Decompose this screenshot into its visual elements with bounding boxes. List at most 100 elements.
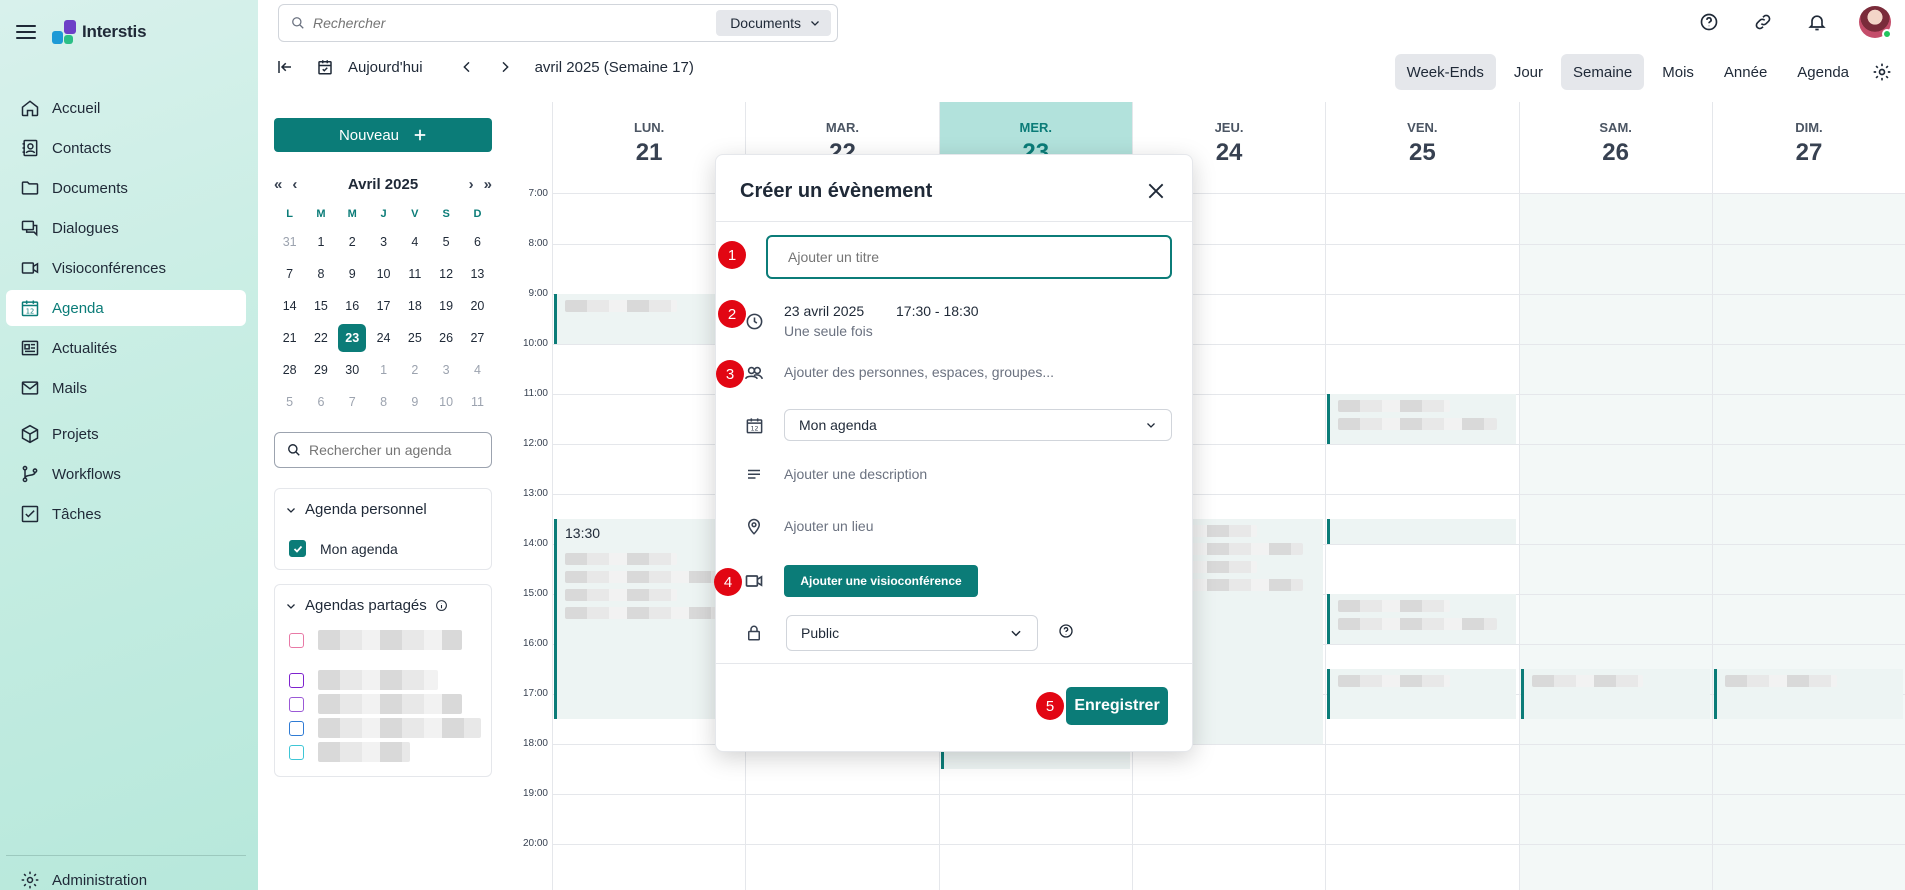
mini-day[interactable]: 4: [399, 226, 430, 258]
nav-item-accueil[interactable]: Accueil: [6, 90, 246, 126]
mini-day[interactable]: 5: [430, 226, 461, 258]
search-scope-dropdown[interactable]: Documents: [716, 10, 831, 36]
mini-day[interactable]: 28: [274, 354, 305, 386]
calendar-event[interactable]: [1327, 594, 1517, 644]
mini-day[interactable]: 6: [305, 386, 336, 418]
mini-day[interactable]: 9: [337, 258, 368, 290]
shared-agenda-checkbox[interactable]: [289, 720, 304, 736]
mini-day[interactable]: 3: [368, 226, 399, 258]
nav-item-actualites[interactable]: Actualités: [6, 330, 246, 366]
mini-day[interactable]: 1: [368, 354, 399, 386]
prev-year-icon[interactable]: «: [274, 176, 282, 193]
mini-day[interactable]: 25: [399, 322, 430, 354]
mini-day[interactable]: 1: [305, 226, 336, 258]
shared-agenda-checkbox[interactable]: [289, 672, 304, 688]
mini-day[interactable]: 30: [337, 354, 368, 386]
calendar-event[interactable]: [1327, 519, 1517, 544]
mini-day-today[interactable]: 23: [337, 322, 368, 354]
nav-item-agenda[interactable]: 12 Agenda: [6, 290, 246, 326]
mini-day[interactable]: 22: [305, 322, 336, 354]
mini-day[interactable]: 2: [337, 226, 368, 258]
calendar-event[interactable]: [1713, 669, 1904, 719]
mini-day[interactable]: 7: [337, 386, 368, 418]
mini-day[interactable]: 15: [305, 290, 336, 322]
nav-item-documents[interactable]: Documents: [6, 170, 246, 206]
nav-item-visioconferences[interactable]: Visioconférences: [6, 250, 246, 286]
description-row[interactable]: Ajouter une description: [716, 463, 1192, 487]
mini-day[interactable]: 11: [399, 258, 430, 290]
agenda-search-input[interactable]: [309, 442, 479, 458]
day-column-header[interactable]: DIM. 27: [1711, 102, 1905, 194]
help-icon[interactable]: [1697, 10, 1721, 34]
mini-day[interactable]: 6: [462, 226, 493, 258]
app-logo[interactable]: Interstis: [52, 20, 147, 44]
view-agenda[interactable]: Agenda: [1785, 54, 1861, 90]
nav-item-taches[interactable]: Tâches: [6, 496, 246, 532]
datetime-row[interactable]: 23 avril 2025 17:30 - 18:30 Une seule fo…: [716, 299, 1192, 343]
calendar-event[interactable]: [1327, 394, 1517, 444]
mini-day[interactable]: 21: [274, 322, 305, 354]
shared-agenda-checkbox[interactable]: [289, 632, 304, 648]
link-icon[interactable]: [1751, 10, 1775, 34]
mini-day[interactable]: 17: [368, 290, 399, 322]
close-icon[interactable]: [1144, 179, 1168, 203]
mini-day[interactable]: 8: [368, 386, 399, 418]
mini-day[interactable]: 19: [430, 290, 461, 322]
next-year-icon[interactable]: »: [484, 176, 492, 193]
view-semaine[interactable]: Semaine: [1561, 54, 1645, 90]
people-row[interactable]: Ajouter des personnes, espaces, groupes.…: [716, 361, 1192, 385]
menu-icon[interactable]: [16, 25, 36, 39]
today-button[interactable]: Aujourd'hui: [316, 58, 423, 76]
mini-day[interactable]: 24: [368, 322, 399, 354]
mini-day[interactable]: 18: [399, 290, 430, 322]
mini-day[interactable]: 20: [462, 290, 493, 322]
visibility-help-icon[interactable]: [1058, 623, 1074, 644]
new-event-button[interactable]: Nouveau: [274, 118, 492, 152]
collapse-sidebar-icon[interactable]: [276, 58, 294, 76]
calendar-checkbox[interactable]: [289, 540, 306, 557]
mini-day[interactable]: 8: [305, 258, 336, 290]
mini-day[interactable]: 5: [274, 386, 305, 418]
calendar-select[interactable]: Mon agenda: [784, 409, 1172, 441]
mini-day[interactable]: 12: [430, 258, 461, 290]
search-input[interactable]: [313, 15, 693, 31]
nav-item-dialogues[interactable]: Dialogues: [6, 210, 246, 246]
nav-item-mails[interactable]: Mails: [6, 370, 246, 406]
mini-day[interactable]: 3: [430, 354, 461, 386]
mini-day[interactable]: 16: [337, 290, 368, 322]
mini-day[interactable]: 14: [274, 290, 305, 322]
settings-gear-icon[interactable]: [1867, 62, 1897, 82]
mini-day[interactable]: 31: [274, 226, 305, 258]
nav-item-contacts[interactable]: Contacts: [6, 130, 246, 166]
mini-day[interactable]: 7: [274, 258, 305, 290]
bell-icon[interactable]: [1805, 10, 1829, 34]
view-weekends[interactable]: Week-Ends: [1394, 54, 1496, 90]
location-row[interactable]: Ajouter un lieu: [716, 515, 1192, 539]
add-visio-button[interactable]: Ajouter une visioconférence: [784, 565, 978, 597]
prev-month-icon[interactable]: ‹: [292, 176, 297, 193]
event-title-input[interactable]: [766, 235, 1172, 279]
calendar-event[interactable]: [1327, 669, 1517, 719]
shared-agenda-checkbox[interactable]: [289, 744, 304, 760]
calendar-event[interactable]: [1520, 669, 1710, 719]
mini-day[interactable]: 27: [462, 322, 493, 354]
view-mois[interactable]: Mois: [1650, 54, 1706, 90]
shared-agenda-checkbox[interactable]: [289, 696, 304, 712]
mini-day[interactable]: 2: [399, 354, 430, 386]
info-icon[interactable]: [435, 599, 448, 612]
nav-item-projets[interactable]: Projets: [6, 416, 246, 452]
next-month-icon[interactable]: ›: [469, 176, 474, 193]
day-column-header[interactable]: SAM. 26: [1518, 102, 1712, 194]
user-avatar[interactable]: [1859, 6, 1892, 39]
mini-day[interactable]: 13: [462, 258, 493, 290]
view-annee[interactable]: Année: [1712, 54, 1779, 90]
mini-day[interactable]: 10: [430, 386, 461, 418]
mini-day[interactable]: 26: [430, 322, 461, 354]
nav-item-administration[interactable]: Administration: [6, 862, 246, 890]
mini-day[interactable]: 10: [368, 258, 399, 290]
visibility-select[interactable]: Public: [786, 615, 1038, 651]
shared-agendas-toggle[interactable]: Agendas partagés: [285, 597, 481, 614]
mini-day[interactable]: 4: [462, 354, 493, 386]
next-week-icon[interactable]: [497, 59, 513, 75]
save-button[interactable]: Enregistrer: [1066, 687, 1168, 725]
